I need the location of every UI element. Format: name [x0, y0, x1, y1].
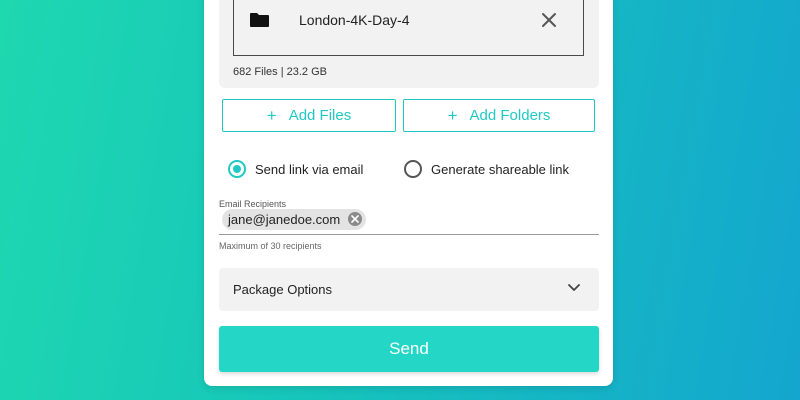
recipient-chip: jane@janedoe.com — [222, 209, 367, 230]
chevron-down-icon — [568, 284, 580, 291]
transfer-card: London-4K-Day-4 682 Files | 23.2 GB + Ad… — [204, 0, 613, 386]
file-summary: 682 Files | 23.2 GB — [233, 66, 327, 78]
add-files-button[interactable]: + Add Files — [222, 99, 396, 132]
remove-recipient-icon[interactable] — [348, 212, 363, 226]
add-folders-button[interactable]: + Add Folders — [403, 99, 595, 132]
add-folders-label: Add Folders — [469, 107, 551, 124]
send-button[interactable]: Send — [219, 326, 599, 372]
recipient-email: jane@janedoe.com — [228, 212, 341, 227]
radio-label: Send link via email — [255, 161, 364, 177]
package-options-label: Package Options — [233, 282, 333, 297]
file-item: London-4K-Day-4 — [233, 0, 584, 56]
close-icon[interactable] — [540, 11, 558, 29]
add-files-label: Add Files — [288, 107, 352, 124]
recipients-input[interactable]: jane@janedoe.com — [219, 207, 599, 235]
file-panel: London-4K-Day-4 682 Files | 23.2 GB — [219, 0, 599, 88]
radio-unselected-icon[interactable] — [404, 160, 422, 178]
folder-icon — [250, 13, 269, 27]
package-options-toggle[interactable]: Package Options — [219, 268, 599, 311]
plus-icon: + — [447, 106, 458, 125]
file-name: London-4K-Day-4 — [299, 12, 410, 28]
radio-label: Generate shareable link — [431, 161, 570, 177]
recipients-hint: Maximum of 30 recipients — [219, 241, 322, 251]
radio-generate-link[interactable]: Generate shareable link — [404, 160, 569, 178]
radio-send-via-email[interactable]: Send link via email — [228, 160, 363, 178]
radio-selected-icon[interactable] — [228, 160, 246, 178]
plus-icon: + — [266, 106, 277, 125]
